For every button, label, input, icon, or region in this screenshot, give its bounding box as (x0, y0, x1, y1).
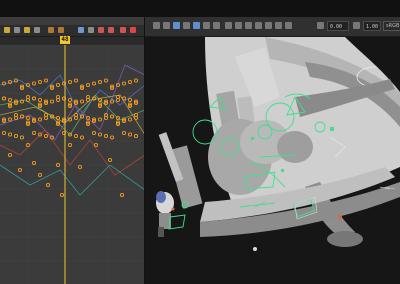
anim-key[interactable] (127, 97, 133, 103)
anim-key[interactable] (91, 81, 97, 86)
anim-key[interactable] (73, 133, 79, 139)
move-key-icon[interactable] (14, 27, 20, 33)
anim-key[interactable] (7, 132, 13, 137)
anim-key[interactable] (127, 79, 133, 85)
anim-key[interactable] (43, 78, 49, 83)
graph-editor-toolbar (0, 25, 145, 37)
anim-key[interactable] (31, 81, 37, 86)
anim-key[interactable] (7, 97, 13, 103)
unify-tangent-icon[interactable] (108, 27, 114, 33)
anim-key[interactable] (121, 130, 127, 136)
anim-key[interactable] (59, 192, 65, 198)
anim-key[interactable] (43, 133, 49, 139)
anim-key[interactable] (97, 132, 103, 137)
lattice-icon[interactable] (34, 27, 40, 33)
anim-key[interactable] (1, 96, 7, 101)
insert-key-icon[interactable] (24, 27, 30, 33)
resolution-gate-icon[interactable] (275, 22, 282, 29)
anim-key[interactable] (127, 132, 133, 137)
anim-key[interactable] (31, 96, 37, 101)
anim-key[interactable] (97, 79, 103, 85)
anim-key[interactable] (121, 96, 127, 101)
motion-blur-icon[interactable] (255, 22, 262, 29)
anim-key[interactable] (7, 152, 13, 158)
tangent-clamped-icon[interactable] (78, 27, 84, 33)
3d-viewport[interactable] (145, 37, 400, 284)
tangent-stepped-icon[interactable] (88, 27, 94, 33)
normalize-icon[interactable] (130, 27, 136, 33)
anim-key[interactable] (127, 117, 133, 122)
anim-key[interactable] (103, 78, 109, 83)
anim-key[interactable] (107, 157, 113, 163)
anim-key[interactable] (37, 172, 43, 178)
break-tangent-icon[interactable] (98, 27, 104, 33)
anim-key[interactable] (31, 160, 37, 166)
anim-key[interactable] (37, 79, 43, 85)
camera-icon[interactable] (153, 22, 160, 29)
anim-key[interactable] (109, 135, 115, 140)
maya-window: 48 0.00 1.00 sRGB gamma (0, 0, 400, 284)
anim-key[interactable] (67, 142, 73, 148)
anim-key[interactable] (73, 78, 79, 83)
anim-key[interactable] (49, 99, 55, 104)
anim-key[interactable] (133, 133, 139, 139)
anim-key[interactable] (13, 133, 19, 139)
tangent-spline-icon[interactable] (48, 27, 54, 33)
anim-key[interactable] (1, 130, 7, 136)
anim-key[interactable] (121, 81, 127, 86)
gamma-icon[interactable] (353, 22, 360, 29)
anim-key[interactable] (91, 130, 97, 136)
anim-key[interactable] (37, 97, 43, 103)
shading-icon[interactable] (173, 22, 180, 29)
film-gate-icon[interactable] (285, 22, 292, 29)
current-frame-marker[interactable]: 48 (60, 36, 70, 44)
isolate-icon[interactable] (193, 22, 200, 29)
anim-curve (0, 129, 145, 176)
anim-key[interactable] (97, 117, 103, 122)
graph-editor[interactable]: 48 (0, 17, 145, 284)
gamma-field[interactable]: 1.00 (363, 21, 381, 31)
antialias-icon[interactable] (265, 22, 272, 29)
exposure-icon[interactable] (317, 22, 324, 29)
anim-key[interactable] (37, 117, 43, 122)
anim-key[interactable] (17, 167, 23, 173)
anim-key[interactable] (31, 130, 37, 136)
tangent-linear-icon[interactable] (58, 27, 64, 33)
xray-icon[interactable] (203, 22, 210, 29)
ambient-occlusion-icon[interactable] (245, 22, 252, 29)
anim-key[interactable] (55, 82, 61, 88)
curve-graph[interactable] (0, 45, 145, 284)
grid-icon[interactable] (163, 22, 170, 29)
anim-key[interactable] (109, 114, 115, 119)
exposure-field[interactable]: 0.00 (327, 21, 349, 31)
anim-key[interactable] (19, 135, 25, 140)
anim-key[interactable] (119, 192, 125, 198)
anim-key[interactable] (67, 97, 73, 103)
anim-key[interactable] (133, 78, 139, 83)
key-tool-icon[interactable] (4, 27, 10, 33)
time-ruler[interactable] (0, 37, 145, 45)
anim-key[interactable] (77, 164, 83, 170)
anim-key[interactable] (93, 142, 99, 148)
title-strip (0, 0, 400, 17)
lighting-icon[interactable] (183, 22, 190, 29)
buffer-curve-icon[interactable] (120, 27, 126, 33)
wireframe-icon[interactable] (213, 22, 220, 29)
viewport-toolbar: 0.00 1.00 sRGB gamma (145, 17, 400, 37)
anim-key[interactable] (7, 117, 13, 122)
color-space-dropdown[interactable]: sRGB gamma (383, 21, 400, 31)
anim-key[interactable] (67, 79, 73, 85)
anim-key[interactable] (103, 133, 109, 139)
anim-key[interactable] (79, 135, 85, 140)
textured-icon[interactable] (225, 22, 232, 29)
anim-key[interactable] (79, 99, 85, 104)
scene-render (145, 37, 400, 284)
shadows-icon[interactable] (235, 22, 242, 29)
